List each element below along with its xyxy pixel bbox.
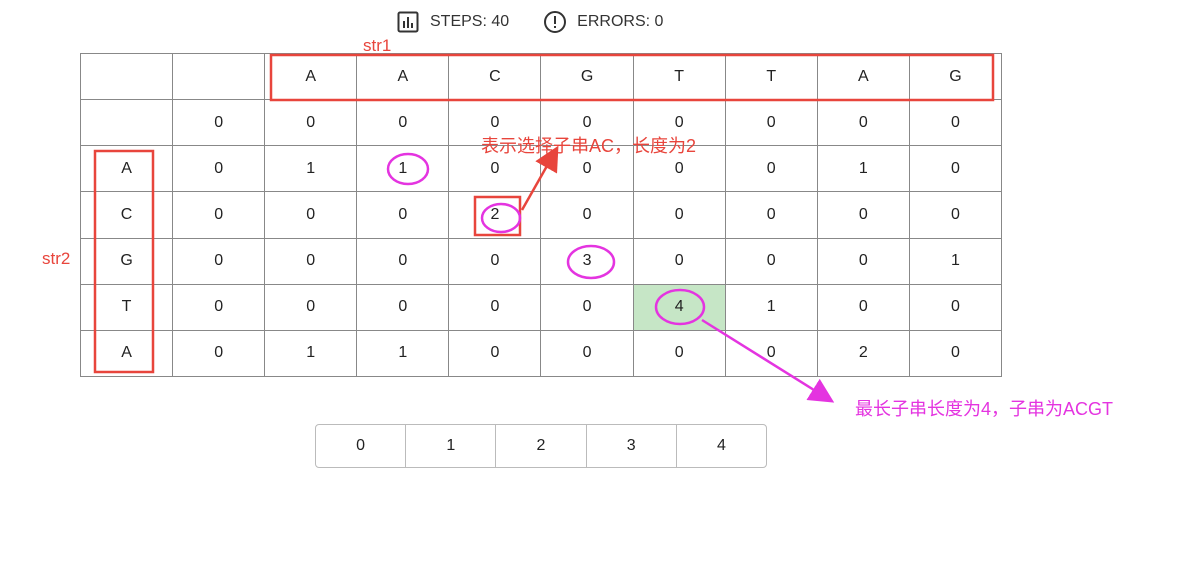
step-pagination: 01234 [315,424,767,468]
errors-stat: ERRORS: 0 [543,10,663,34]
table-cell: 0 [265,192,358,239]
table-cell: 0 [633,238,726,285]
table-cell: 0 [725,146,818,193]
table-cell: 0 [909,330,1002,377]
table-cell: 1 [265,330,358,377]
table-cell: 0 [357,238,450,285]
table-cell: 0 [817,284,910,331]
table-cell: 0 [357,284,450,331]
table-cell: 0 [725,238,818,285]
header-cell: C [449,54,542,101]
header-cell [81,54,174,101]
table-cell: 0 [909,146,1002,193]
steps-stat: STEPS: 40 [396,10,509,34]
table-cell: 0 [265,100,358,147]
table-cell: 0 [541,330,634,377]
table-cell: 0 [449,284,542,331]
table-cell: 0 [173,100,266,147]
header-cell: A [357,54,450,101]
bar-chart-icon [397,11,419,33]
row-header-cell: C [81,192,174,239]
table-cell: 0 [909,284,1002,331]
table-cell: 0 [449,330,542,377]
row-header-cell: G [81,238,174,285]
row-header-cell [81,100,174,147]
row-header-cell: T [81,284,174,331]
table-cell: 0 [265,238,358,285]
table-cell: 0 [541,284,634,331]
table-cell: 0 [817,192,910,239]
row-header-cell: A [81,146,174,193]
header-cell: A [817,54,910,101]
table-cell: 1 [909,238,1002,285]
table-cell: 0 [725,100,818,147]
page-button-2[interactable]: 2 [496,425,587,467]
table-cell: 0 [725,330,818,377]
alert-circle-icon [544,11,567,33]
page-button-3[interactable]: 3 [587,425,677,467]
table-cell: 0 [541,192,634,239]
table-cell: 0 [173,192,266,239]
header-cell: T [725,54,818,101]
page-button-0[interactable]: 0 [316,425,407,467]
row-header-cell: A [81,330,174,377]
table-cell: 3 [541,238,634,285]
table-cell: 0 [725,192,818,239]
table-cell: 1 [725,284,818,331]
table-cell: 0 [909,192,1002,239]
table-cell: 0 [633,192,726,239]
errors-label: ERRORS: 0 [577,13,664,30]
page-button-4[interactable]: 4 [677,425,766,467]
header-cell: G [541,54,634,101]
table-cell: 1 [357,146,450,193]
dp-table: AACGTTAG000000000A011000010C000200000G00… [80,53,1002,377]
table-cell: 1 [357,330,450,377]
table-cell: 0 [817,238,910,285]
table-cell: 4 [633,284,726,331]
table-cell: 0 [633,330,726,377]
table-cell: 0 [909,100,1002,147]
table-cell: 1 [817,146,910,193]
table-cell: 0 [265,284,358,331]
acgt-note: 最长子串长度为4，子串为ACGT [855,399,1114,419]
header-cell: G [909,54,1002,101]
table-cell: 2 [817,330,910,377]
table-cell: 2 [449,192,542,239]
header-cell [173,54,266,101]
table-cell: 0 [173,284,266,331]
stats-bar: STEPS: 40 ERRORS: 0 [396,8,697,36]
header-cell: T [633,54,726,101]
table-cell: 0 [173,238,266,285]
ac-note: 表示选择子串AC，长度为2 [481,136,697,156]
table-cell: 0 [817,100,910,147]
header-cell: A [265,54,358,101]
table-cell: 0 [173,330,266,377]
table-cell: 0 [449,238,542,285]
page-button-1[interactable]: 1 [406,425,497,467]
table-cell: 0 [357,192,450,239]
table-cell: 1 [265,146,358,193]
table-cell: 0 [357,100,450,147]
str1-label: str1 [363,36,392,55]
table-cell: 0 [173,146,266,193]
steps-label: STEPS: 40 [430,13,510,30]
str2-label: str2 [42,249,71,268]
